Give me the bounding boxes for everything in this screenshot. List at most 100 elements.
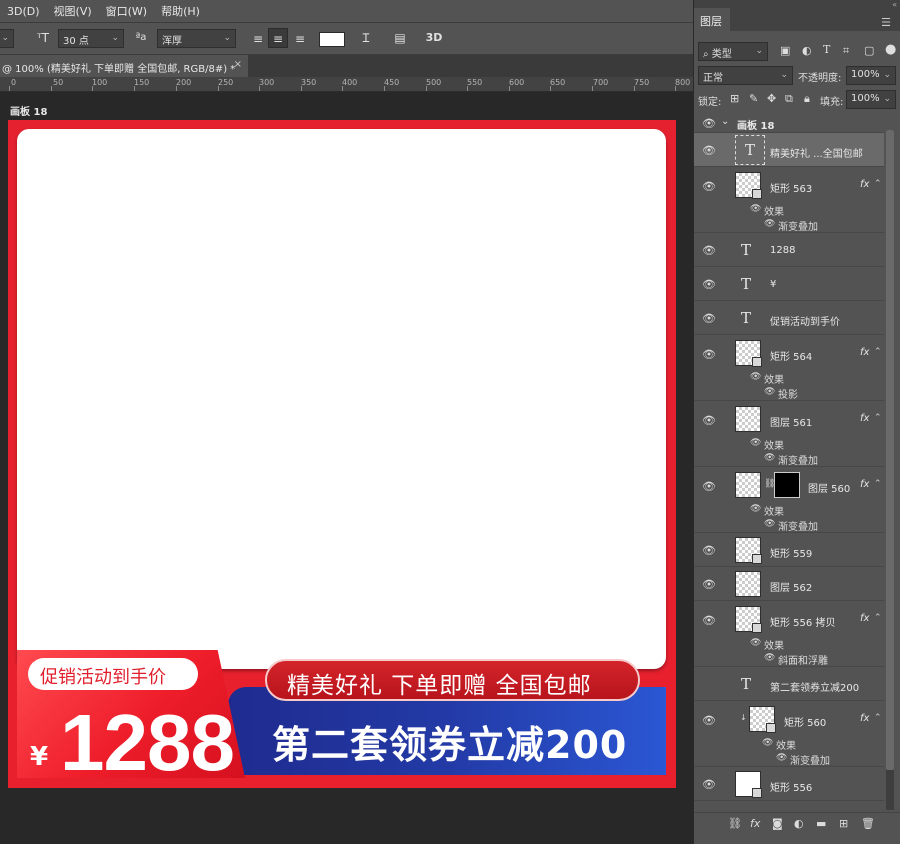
eye-icon[interactable]: 👁︎ <box>702 779 716 791</box>
eye-icon[interactable]: 👁︎ <box>702 245 716 257</box>
eye-icon[interactable]: 👁︎ <box>702 313 716 325</box>
eye-icon[interactable]: 👁︎ <box>702 615 716 627</box>
folder-icon[interactable]: ▬ <box>816 817 826 830</box>
fx-expand-icon[interactable]: ⌃ <box>874 179 882 189</box>
trash-icon[interactable]: 🗑︎ <box>861 817 875 830</box>
fx-icon[interactable]: fx <box>860 713 869 724</box>
fx-expand-icon[interactable]: ⌃ <box>874 347 882 357</box>
align-center-button[interactable]: ≡ <box>268 28 288 48</box>
eye-icon[interactable]: 👁︎ <box>750 372 761 382</box>
filter-adjustment-icon[interactable]: ◐ <box>802 44 812 57</box>
layer-item[interactable]: 👁︎ 矩形 559 <box>694 533 884 567</box>
eye-icon[interactable]: 👁︎ <box>702 715 716 727</box>
layer-item[interactable]: 👁︎ 矩形 564 fx ⌃ 👁︎ 效果 👁︎ 投影 <box>694 335 884 401</box>
layer-item[interactable]: 👁︎ 矩形 563 fx ⌃ 👁︎ 效果 👁︎ 渐变叠加 <box>694 167 884 233</box>
lock-all-icon[interactable]: 🔒︎ <box>804 92 810 106</box>
layer-item[interactable]: T 第二套领券立减200 <box>694 667 884 701</box>
document-tab[interactable]: @ 100% (精美好礼 下单即赠 全国包邮, RGB/8#) * × <box>0 55 248 77</box>
eye-icon[interactable]: 👁︎ <box>750 438 761 448</box>
filter-shape-icon[interactable]: ⌗ <box>843 44 849 58</box>
tool-preset-dropdown[interactable]: ⌄ <box>0 29 14 48</box>
eye-icon[interactable]: 👁︎ <box>750 638 761 648</box>
layer-item[interactable]: 👁︎ 矩形 556 <box>694 767 884 801</box>
tab-layers[interactable]: 图层 <box>694 8 730 31</box>
eye-icon[interactable]: 👁︎ <box>702 181 716 193</box>
character-panel-button[interactable]: ▤ <box>390 28 410 48</box>
lock-position-icon[interactable]: ✥ <box>767 92 776 105</box>
fx-icon[interactable]: fx <box>860 347 869 358</box>
eye-icon[interactable]: 👁︎ <box>776 753 787 763</box>
eye-icon[interactable]: 👁︎ <box>702 415 716 427</box>
layer-item[interactable]: 👁︎ ⛓︎ 图层 560 fx ⌃ 👁︎ 效果 👁︎ 渐变叠加 <box>694 467 884 533</box>
lock-pixels-icon[interactable]: ✎ <box>749 92 758 105</box>
menu-help[interactable]: 帮助(H) <box>154 3 207 19</box>
font-size-dropdown[interactable]: 30 点 ⌄ <box>58 29 124 48</box>
layer-item[interactable]: 👁︎ T 精美好礼 ...全国包邮 <box>694 133 884 167</box>
fx-expand-icon[interactable]: ⌃ <box>874 479 882 489</box>
fx-icon[interactable]: fx <box>860 479 869 490</box>
3d-button[interactable]: 3D <box>424 28 444 48</box>
eye-icon[interactable]: 👁︎ <box>762 738 773 748</box>
expand-chevron-icon[interactable]: ⌄ <box>721 116 729 127</box>
fx-expand-icon[interactable]: ⌃ <box>874 413 882 423</box>
antialias-dropdown[interactable]: 浑厚 ⌄ <box>157 29 236 48</box>
layer-filter-dropdown[interactable]: ⌕ 类型 ⌄ <box>698 42 768 61</box>
eye-icon[interactable]: 👁︎ <box>702 349 716 361</box>
menu-view[interactable]: 视图(V) <box>47 3 99 19</box>
link-icon[interactable]: ⛓︎ <box>728 817 742 830</box>
eye-icon[interactable]: 👁︎ <box>750 504 761 514</box>
eye-icon[interactable]: 👁︎ <box>764 519 775 529</box>
eye-icon[interactable]: 👁︎ <box>764 387 775 397</box>
opacity-field[interactable]: 100% ⌄ <box>846 66 896 85</box>
filter-type-icon[interactable]: T <box>823 43 830 56</box>
eye-icon[interactable]: 👁︎ <box>750 204 761 214</box>
menu-3d[interactable]: 3D(D) <box>0 5 47 18</box>
scrollbar-thumb[interactable] <box>886 130 894 770</box>
filter-pixel-icon[interactable]: ▣ <box>780 44 790 57</box>
fx-expand-icon[interactable]: ⌃ <box>874 713 882 723</box>
eye-icon[interactable]: 👁︎ <box>702 545 716 557</box>
close-icon[interactable]: × <box>234 59 242 70</box>
filter-toggle-icon[interactable]: ● <box>885 42 896 57</box>
panel-menu-icon[interactable]: ☰ <box>881 16 891 29</box>
eye-icon[interactable]: 👁︎ <box>702 145 716 157</box>
fx-icon[interactable]: fx <box>750 817 760 830</box>
layer-item[interactable]: 👁︎ 矩形 556 拷贝 fx ⌃ 👁︎ 效果 👁︎ 斜面和浮雕 <box>694 601 884 667</box>
layers-scrollbar[interactable] <box>886 130 894 810</box>
eye-icon[interactable]: 👁︎ <box>764 653 775 663</box>
artboard-label[interactable]: 画板 18 <box>10 103 47 118</box>
fx-expand-icon[interactable]: ⌃ <box>874 613 882 623</box>
lock-artboard-icon[interactable]: ⧉ <box>785 92 793 106</box>
eye-icon[interactable]: 👁︎ <box>702 118 716 130</box>
align-left-button[interactable]: ≡ <box>248 29 268 49</box>
collapse-icon[interactable]: « <box>892 0 897 9</box>
filter-smart-object-icon[interactable]: ▢ <box>864 44 874 57</box>
warp-text-button[interactable]: Ɪ <box>356 28 376 48</box>
layer-item[interactable]: 👁︎ ↓ 矩形 560 fx ⌃ 👁︎ 效果 👁︎ 渐变叠加 <box>694 701 884 767</box>
text-color-swatch[interactable] <box>319 32 345 47</box>
eye-icon[interactable]: 👁︎ <box>702 579 716 591</box>
fx-icon[interactable]: fx <box>860 613 869 624</box>
fill-field[interactable]: 100% ⌄ <box>846 90 896 109</box>
blend-mode-dropdown[interactable]: 正常 ⌄ <box>698 66 793 85</box>
layer-item[interactable]: 👁︎ 图层 562 <box>694 567 884 601</box>
mask-icon[interactable]: ◙ <box>772 817 783 830</box>
eye-icon[interactable]: 👁︎ <box>764 219 775 229</box>
menu-window[interactable]: 窗口(W) <box>99 3 154 19</box>
new-layer-icon[interactable]: ⊞ <box>839 817 848 830</box>
fx-icon[interactable]: fx <box>860 179 869 190</box>
layer-item[interactable]: 👁︎ T 促销活动到手价 <box>694 301 884 335</box>
eye-icon[interactable]: 👁︎ <box>702 279 716 291</box>
layer-mask-thumbnail[interactable] <box>774 472 800 498</box>
eye-icon[interactable]: 👁︎ <box>764 453 775 463</box>
ruler-tick <box>51 86 52 91</box>
eye-icon[interactable]: 👁︎ <box>702 481 716 493</box>
align-right-button[interactable]: ≡ <box>290 29 310 49</box>
lock-transparency-icon[interactable]: ⊞ <box>730 92 739 105</box>
adjustment-icon[interactable]: ◐ <box>794 817 804 830</box>
layer-item[interactable]: 👁︎ T ¥ <box>694 267 884 301</box>
layer-group-artboard[interactable]: 👁︎ ⌄ 画板 18 <box>694 113 884 133</box>
fx-icon[interactable]: fx <box>860 413 869 424</box>
layer-item[interactable]: 👁︎ 图层 561 fx ⌃ 👁︎ 效果 👁︎ 渐变叠加 <box>694 401 884 467</box>
layer-item[interactable]: 👁︎ T 1288 <box>694 233 884 267</box>
